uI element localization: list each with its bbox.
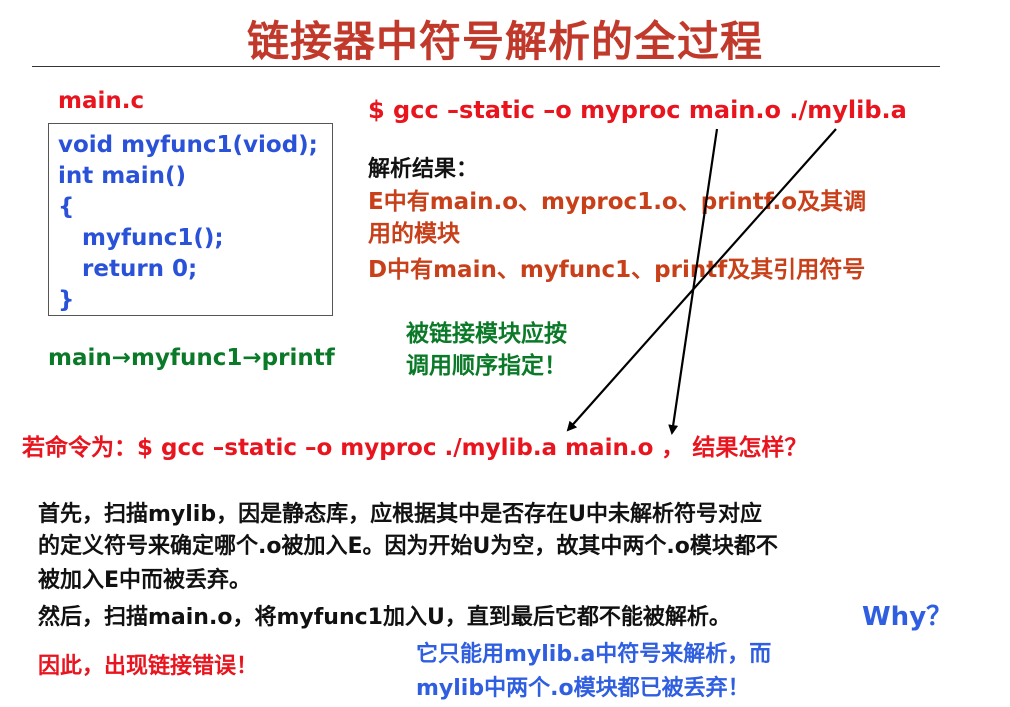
explanation-line: 然后，扫描main.o，将myfunc1加入U，直到最后它都不能被解析。: [38, 605, 731, 630]
reason-line: 它只能用mylib.a中符号来解析，而: [416, 642, 772, 667]
result-label: 解析结果：: [368, 157, 479, 182]
result-line: 用的模块: [368, 221, 460, 247]
code-line: {: [58, 194, 75, 220]
explanation-line: 的定义符号来确定哪个.o被加入E。因为开始U为空，故其中两个.o模块都不: [38, 534, 778, 559]
reason-line: mylib中两个.o模块都已被丢弃！: [416, 676, 750, 701]
code-line: }: [58, 287, 75, 313]
code-box: void myfunc1(viod); int main() { myfunc1…: [48, 123, 333, 316]
result-line: D中有main、myfunc1、printf及其引用符号: [368, 257, 866, 283]
code-line: int main(): [58, 163, 187, 189]
command-static-link: $ gcc –static –o myproc main.o ./mylib.a: [368, 96, 907, 124]
why-label: Why？: [862, 602, 953, 632]
slide-title: 链接器中符号解析的全过程: [246, 17, 763, 66]
code-file-label: main.c: [58, 88, 145, 114]
command-reordered: 若命令为：$ gcc –static –o myproc ./mylib.a m…: [22, 435, 808, 461]
explanation-line: 首先，扫描mylib，因是静态库，应根据其中是否存在U中未解析符号对应: [38, 502, 762, 527]
code-line: void myfunc1(viod);: [58, 132, 318, 158]
conclusion: 因此，出现链接错误！: [38, 654, 259, 679]
call-chain: main→myfunc1→printf: [48, 345, 335, 371]
code-line: return 0;: [58, 256, 198, 282]
code-line: myfunc1();: [58, 225, 224, 251]
title-divider: [32, 66, 940, 67]
order-hint-line: 调用顺序指定！: [406, 353, 567, 379]
explanation-line: 被加入E中而被丢弃。: [38, 568, 252, 593]
order-hint-line: 被链接模块应按: [406, 321, 567, 347]
result-line: E中有main.o、myproc1.o、printf.o及其调: [368, 189, 867, 215]
